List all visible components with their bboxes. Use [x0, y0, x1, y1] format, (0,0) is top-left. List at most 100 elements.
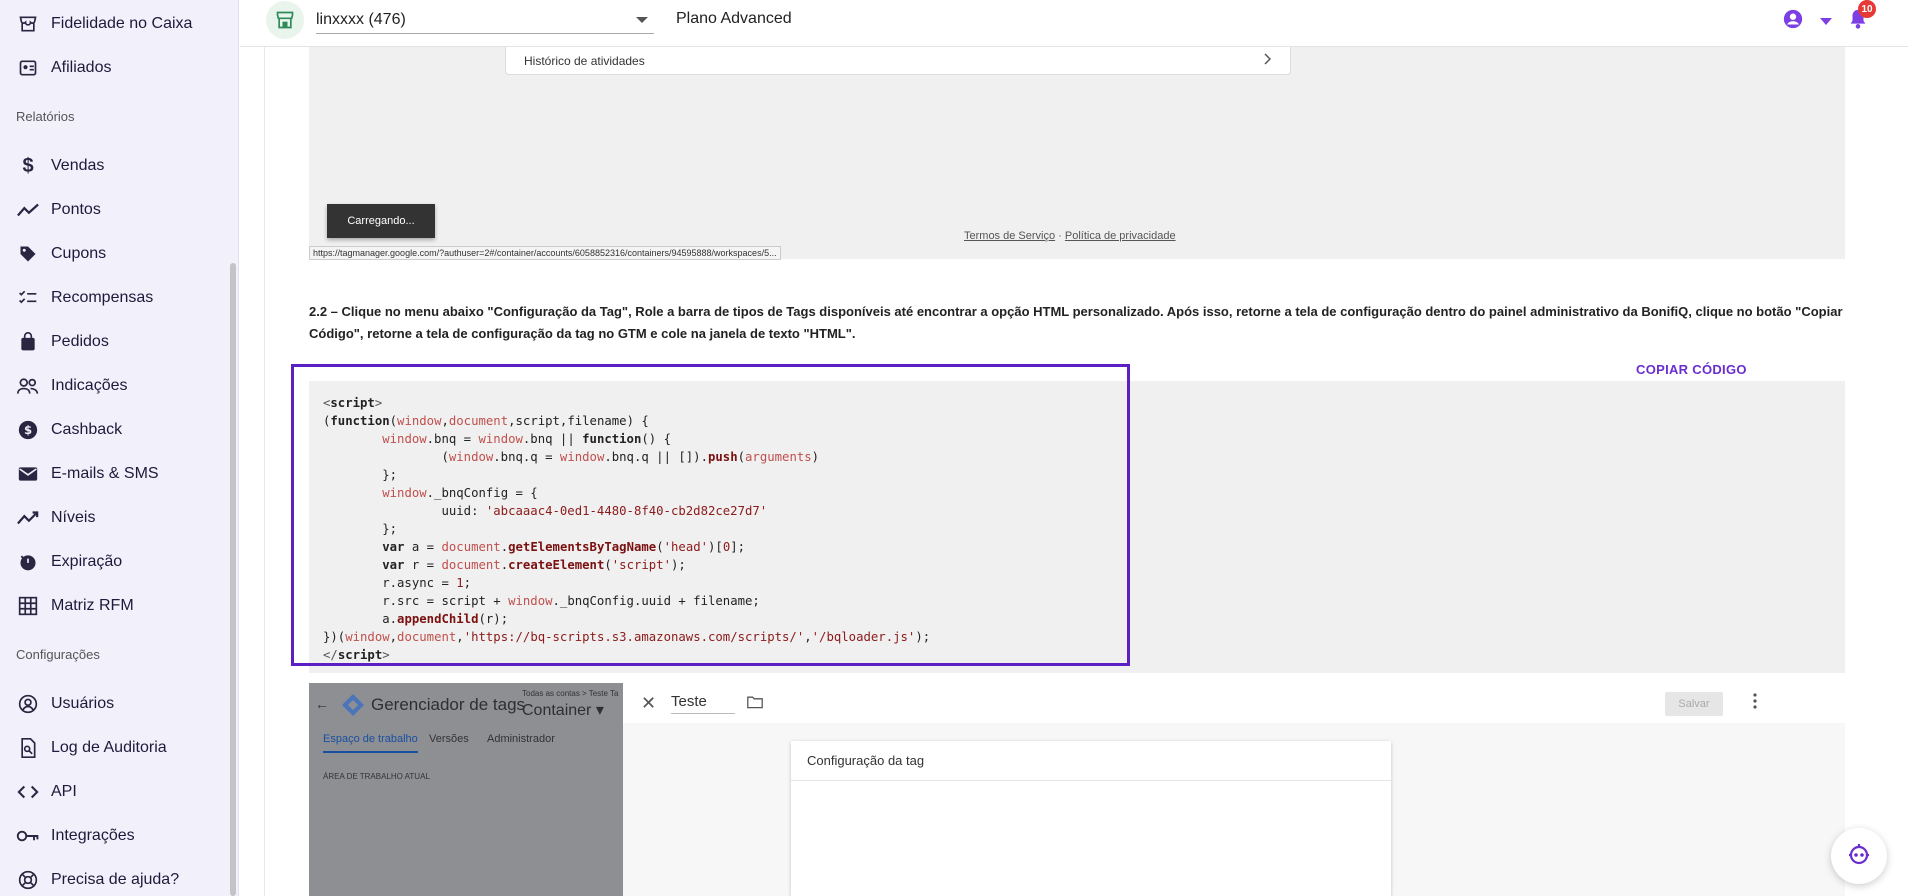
gtm-tag-name: Teste	[671, 693, 735, 714]
sidebar-item-label: Matriz RFM	[51, 597, 134, 614]
gtm-workspace-label: ÁREA DE TRABALHO ATUAL	[323, 772, 430, 781]
code-uuid: 'abcaaac4-0ed1-4480-8f40-cb2d82ce27d7'	[485, 504, 768, 518]
privacy-link: Política de privacidade	[1064, 230, 1176, 242]
tab-versions: Versões	[429, 733, 469, 745]
sidebar-item-label: Pontos	[51, 201, 101, 218]
people-icon	[16, 374, 40, 398]
sidebar-item-usuarios[interactable]: Usuários	[16, 689, 114, 719]
gtm-screenshot-top: Histórico de atividades Carregando... Te…	[309, 47, 1845, 260]
affiliate-icon	[16, 56, 40, 80]
code-icon	[16, 780, 40, 804]
chevron-down-icon[interactable]	[1820, 13, 1832, 31]
sidebar: Fidelidade no Caixa Afiliados Relatórios…	[0, 0, 239, 896]
close-icon: ✕	[641, 693, 657, 713]
sidebar-item-niveis[interactable]: Níveis	[16, 503, 95, 533]
code-cdn-url: 'https://bq-scripts.s3.amazonaws.com/scr…	[463, 630, 805, 644]
arrow-back-icon: ←	[315, 696, 329, 712]
gtm-container-label: Container	[522, 702, 592, 719]
sidebar-item-expiracao[interactable]: Expiração	[16, 547, 122, 577]
plan-label: Plano Advanced	[676, 10, 792, 27]
grid-icon	[16, 594, 40, 618]
sidebar-item-integracoes[interactable]: Integrações	[16, 821, 135, 851]
chevron-down-icon	[636, 16, 648, 23]
gtm-tag-config-card: Configuração da tag	[791, 741, 1391, 896]
sidebar-item-log-auditoria[interactable]: Log de Auditoria	[16, 733, 167, 763]
sidebar-item-label: Expiração	[51, 553, 123, 570]
topbar: linxxxx (476) Plano Advanced 10	[240, 0, 1908, 47]
sidebar-item-label: Usuários	[51, 695, 115, 712]
main-content: Histórico de atividades Carregando... Te…	[264, 47, 1876, 896]
sidebar-item-label: Log de Auditoria	[51, 739, 167, 756]
mail-icon	[16, 462, 40, 486]
gtm-logo-icon	[341, 693, 365, 717]
sidebar-scrollbar[interactable]	[230, 263, 236, 896]
sidebar-item-label: Cupons	[51, 245, 107, 262]
loading-toast: Carregando...	[327, 204, 435, 238]
sidebar-item-afiliados[interactable]: Afiliados	[16, 53, 111, 83]
store-select[interactable]: linxxxx (476)	[316, 6, 654, 34]
notifications-bell[interactable]: 10	[1848, 0, 1876, 35]
sidebar-item-label: API	[51, 783, 77, 800]
gtm-title: Gerenciador de tags	[371, 695, 526, 714]
user-circle-icon	[16, 692, 40, 716]
sidebar-section-configuracoes: Configurações	[16, 647, 100, 662]
sidebar-item-fidelidade-caixa[interactable]: Fidelidade no Caixa	[16, 9, 192, 39]
user-avatar-icon[interactable]	[1782, 8, 1804, 35]
store-icon	[16, 12, 40, 36]
trend-icon	[16, 198, 40, 222]
sidebar-item-recompensas[interactable]: Recompensas	[16, 283, 153, 313]
svg-text:$: $	[24, 423, 32, 437]
gtm-save-button: Salvar	[1665, 692, 1723, 716]
key-icon	[16, 824, 40, 848]
sidebar-item-cupons[interactable]: Cupons	[16, 239, 106, 269]
sidebar-item-pedidos[interactable]: Pedidos	[16, 327, 109, 357]
sidebar-section-relatorios: Relatórios	[16, 109, 75, 124]
audit-log-icon	[16, 736, 40, 760]
sidebar-item-matriz-rfm[interactable]: Matriz RFM	[16, 591, 134, 621]
terms-link: Termos de Serviço	[964, 230, 1056, 242]
help-icon	[16, 868, 40, 892]
sidebar-item-cashback[interactable]: $ Cashback	[16, 415, 122, 445]
sidebar-item-indicacoes[interactable]: Indicações	[16, 371, 128, 401]
step-instructions: 2.2 – Clique no menu abaixo "Configuraçã…	[309, 304, 1843, 341]
gtm-screenshot-left: ← Gerenciador de tags Todas as contas > …	[309, 683, 623, 896]
gtm-screenshot-right: ✕ Teste Salvar Configuração da tag	[623, 683, 1845, 896]
sidebar-item-emails-sms[interactable]: E-mails & SMS	[16, 459, 159, 489]
bag-icon	[16, 330, 40, 354]
terms-links: Termos de Serviço · Política de privacid…	[964, 230, 1176, 242]
code-snippet[interactable]: <script> (function(window,document,scrip…	[323, 394, 930, 664]
checklist-icon	[16, 286, 40, 310]
sidebar-item-label: Indicações	[51, 377, 128, 394]
assistant-bot-button[interactable]	[1831, 828, 1887, 884]
sidebar-item-api[interactable]: API	[16, 777, 77, 807]
activity-history-row: Histórico de atividades	[505, 47, 1291, 75]
tag-icon	[16, 242, 40, 266]
gtm-tag-config-title: Configuração da tag	[791, 741, 1391, 781]
gtm-breadcrumb: Todas as contas > Teste Ta	[522, 689, 619, 698]
code-loader-file: '/bqloader.js'	[811, 630, 916, 644]
gtm-editor-header: ✕ Teste Salvar	[623, 683, 1845, 723]
tab-admin: Administrador	[487, 733, 555, 745]
sidebar-item-label: Fidelidade no Caixa	[51, 15, 193, 32]
gtm-container-select: Container ▾	[522, 702, 604, 719]
url-status-bar: https://tagmanager.google.com/?authuser=…	[309, 246, 781, 260]
sidebar-item-precisa-ajuda[interactable]: Precisa de ajuda?	[16, 865, 179, 895]
sidebar-item-label: Pedidos	[51, 333, 109, 350]
sidebar-item-vendas[interactable]: $ Vendas	[16, 151, 104, 181]
timer-icon	[16, 550, 40, 574]
store-icon	[266, 1, 304, 39]
store-select-value: linxxxx (476)	[316, 10, 406, 28]
copy-code-button[interactable]: COPIAR CÓDIGO	[1636, 362, 1747, 377]
chevron-right-icon	[1264, 53, 1272, 68]
coin-icon: $	[16, 418, 40, 442]
sidebar-item-label: Cashback	[51, 421, 123, 438]
sidebar-item-label: Integrações	[51, 827, 135, 844]
sidebar-item-label: E-mails & SMS	[51, 465, 159, 482]
sidebar-item-pontos[interactable]: Pontos	[16, 195, 101, 225]
robot-icon	[1847, 842, 1871, 871]
dollar-icon: $	[22, 154, 34, 177]
sidebar-item-label: Níveis	[51, 509, 96, 526]
sidebar-item-label: Precisa de ajuda?	[51, 871, 180, 888]
trend-up-icon	[16, 506, 40, 530]
gtm-tabs: Espaço de trabalho Versões Administrador	[309, 733, 623, 755]
